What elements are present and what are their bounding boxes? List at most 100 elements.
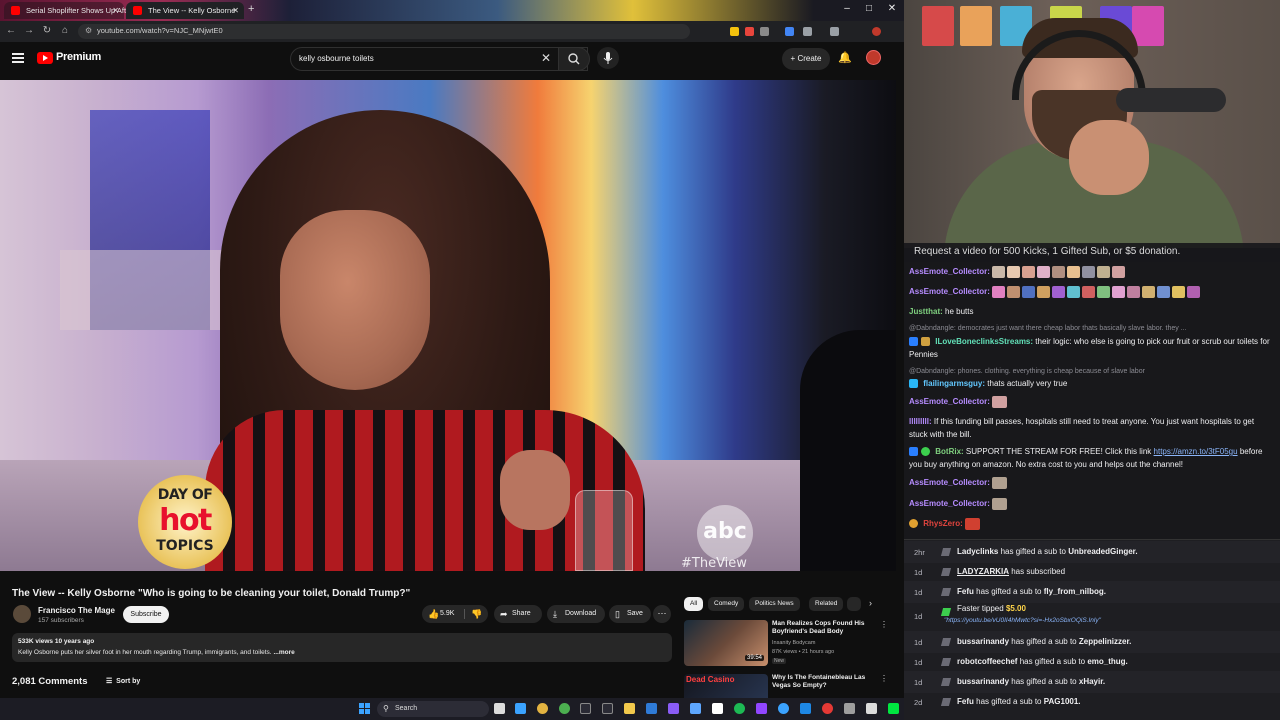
- youtube-premium-label[interactable]: Premium: [56, 51, 101, 63]
- profile-icon[interactable]: [830, 27, 839, 36]
- app-icon[interactable]: [866, 703, 877, 714]
- show-more-link[interactable]: ...more: [273, 649, 294, 656]
- avatar[interactable]: [872, 27, 881, 36]
- event-user: Ladyclinks: [957, 547, 999, 556]
- save-button[interactable]: ▯ Save: [609, 605, 651, 623]
- app-icon[interactable]: [778, 703, 789, 714]
- spotify-icon[interactable]: [734, 703, 745, 714]
- chrome-icon[interactable]: [559, 703, 570, 714]
- app-icon[interactable]: [580, 703, 591, 714]
- steam-icon[interactable]: [646, 703, 657, 714]
- tab-the-view[interactable]: The View -- Kelly Osborne ✕: [126, 2, 244, 19]
- reload-icon[interactable]: ↻: [40, 25, 54, 36]
- tip-message[interactable]: "https://youtu.be/vU0II4hMwtc?si=-Hx2oSb…: [944, 617, 1101, 624]
- close-icon[interactable]: ✕: [112, 2, 119, 19]
- chat-username[interactable]: BotRix:: [935, 447, 963, 456]
- app-icon[interactable]: [690, 703, 701, 714]
- video-player[interactable]: DAY OF hot TOPICS abc #TheView: [0, 80, 896, 571]
- app-icon[interactable]: [822, 703, 833, 714]
- sort-comments-button[interactable]: ☰ Sort by: [106, 677, 140, 685]
- share-button[interactable]: ➦ Share: [494, 605, 542, 623]
- chat-username[interactable]: ILoveBoneclinksStreams:: [935, 337, 1033, 346]
- search-input[interactable]: kelly osbourne toilets ✕: [290, 47, 588, 71]
- chat-text: If this funding bill passes, hospitals s…: [909, 417, 1255, 439]
- chip-comedy[interactable]: Comedy: [708, 597, 745, 611]
- clear-search-icon[interactable]: ✕: [541, 51, 551, 65]
- badge-icon: [909, 447, 918, 457]
- create-button[interactable]: + Create: [782, 48, 830, 70]
- chip-partial[interactable]: [847, 597, 861, 611]
- maximize-icon[interactable]: □: [860, 3, 878, 14]
- back-icon[interactable]: ←: [4, 25, 18, 36]
- chat-username[interactable]: AssEmote_Collector:: [909, 499, 990, 508]
- channel-name[interactable]: Francisco The Mage: [38, 606, 115, 615]
- chat-link[interactable]: https://amzn.to/3tF05gu: [1154, 447, 1238, 456]
- windows-start-icon[interactable]: [359, 703, 371, 715]
- kick-icon[interactable]: [888, 703, 899, 714]
- thumbs-down-icon[interactable]: 👎: [471, 605, 482, 623]
- chat-username[interactable]: AssEmote_Collector:: [909, 287, 990, 296]
- app-icon[interactable]: [844, 703, 855, 714]
- description-box[interactable]: 533K views 10 years ago Kelly Osborne pu…: [12, 633, 672, 662]
- related-video[interactable]: 39:54 Man Realizes Cops Found His Boyfri…: [684, 620, 894, 672]
- app-icon[interactable]: [800, 703, 811, 714]
- voice-search-button[interactable]: [597, 47, 619, 69]
- extension-icon[interactable]: [785, 27, 794, 36]
- edge-icon[interactable]: [515, 703, 526, 714]
- menu-icon[interactable]: [12, 53, 24, 63]
- notifications-bell-icon[interactable]: 🔔: [838, 51, 852, 64]
- chat-username[interactable]: RhysZero:: [923, 519, 963, 528]
- folder-icon[interactable]: [624, 703, 635, 714]
- browser-window: Serial Shoplifter Shows Up Aft... ✕ The …: [0, 0, 904, 720]
- app-icon[interactable]: [602, 703, 613, 714]
- chat-username[interactable]: flailingarmsguy:: [923, 379, 985, 388]
- app-icon[interactable]: [712, 703, 723, 714]
- tab-serial-shoplifter[interactable]: Serial Shoplifter Shows Up Aft... ✕: [4, 2, 132, 19]
- chevron-right-icon[interactable]: ›: [869, 598, 872, 608]
- related-video-title[interactable]: Man Realizes Cops Found His Boyfriend's …: [772, 620, 880, 636]
- video-thumbnail[interactable]: 39:54: [684, 620, 768, 666]
- chrome-icon[interactable]: [537, 703, 548, 714]
- extensions-puzzle-icon[interactable]: [803, 27, 812, 36]
- chip-politics-news[interactable]: Politics News: [749, 597, 800, 611]
- chip-related[interactable]: Related: [809, 597, 844, 611]
- chat-username[interactable]: AssEmote_Collector:: [909, 397, 990, 406]
- close-icon[interactable]: ✕: [232, 2, 239, 19]
- chat-username[interactable]: AssEmote_Collector:: [909, 267, 990, 276]
- taskbar-search-input[interactable]: ⚲ Search: [377, 701, 489, 717]
- task-view-icon[interactable]: [494, 703, 505, 714]
- app-icon[interactable]: [668, 703, 679, 714]
- channel-avatar[interactable]: [13, 605, 31, 623]
- close-window-icon[interactable]: ✕: [883, 3, 901, 14]
- related-video-title[interactable]: Why Is The Fontainebleau Las Vegas So Em…: [772, 674, 880, 690]
- more-vert-icon[interactable]: ⋮: [880, 674, 888, 683]
- minimize-icon[interactable]: –: [838, 3, 856, 14]
- related-video-channel[interactable]: Insanity Bodycam: [772, 640, 815, 646]
- avatar[interactable]: [866, 50, 881, 65]
- youtube-logo-icon[interactable]: [37, 52, 53, 64]
- chat-username[interactable]: AssEmote_Collector:: [909, 478, 990, 487]
- chat-username[interactable]: Justthat:: [909, 307, 943, 316]
- abc-watermark: abc: [697, 505, 753, 561]
- extension-icon[interactable]: [745, 27, 754, 36]
- chat-username[interactable]: lllllllll:: [909, 417, 932, 426]
- chip-all[interactable]: All: [684, 597, 704, 611]
- app-icon[interactable]: [756, 703, 767, 714]
- wall-art: [960, 6, 992, 46]
- more-actions-icon[interactable]: ⋯: [653, 605, 671, 623]
- new-tab-icon[interactable]: +: [248, 3, 254, 15]
- description-body: Kelly Osborne puts her silver foot in he…: [18, 649, 272, 656]
- home-icon[interactable]: ⌂: [58, 25, 72, 36]
- subscribe-button[interactable]: Subscribe: [123, 606, 169, 623]
- search-button[interactable]: [558, 47, 590, 71]
- address-bar[interactable]: ⚙ youtube.com/watch?v=NJC_MNjwtE0: [78, 24, 690, 39]
- more-vert-icon[interactable]: ⋮: [880, 620, 888, 629]
- extension-icon[interactable]: [760, 27, 769, 36]
- subscriber-count: 157 subscribers: [38, 617, 84, 624]
- chat-message: AssEmote_Collector:: [909, 285, 1273, 299]
- download-button[interactable]: ⤓ Download: [547, 605, 605, 623]
- like-button[interactable]: 👍 5.9K 👎: [422, 605, 488, 623]
- site-info-icon[interactable]: ⚙: [85, 26, 92, 35]
- forward-icon[interactable]: →: [22, 25, 36, 36]
- extension-icon[interactable]: [730, 27, 739, 36]
